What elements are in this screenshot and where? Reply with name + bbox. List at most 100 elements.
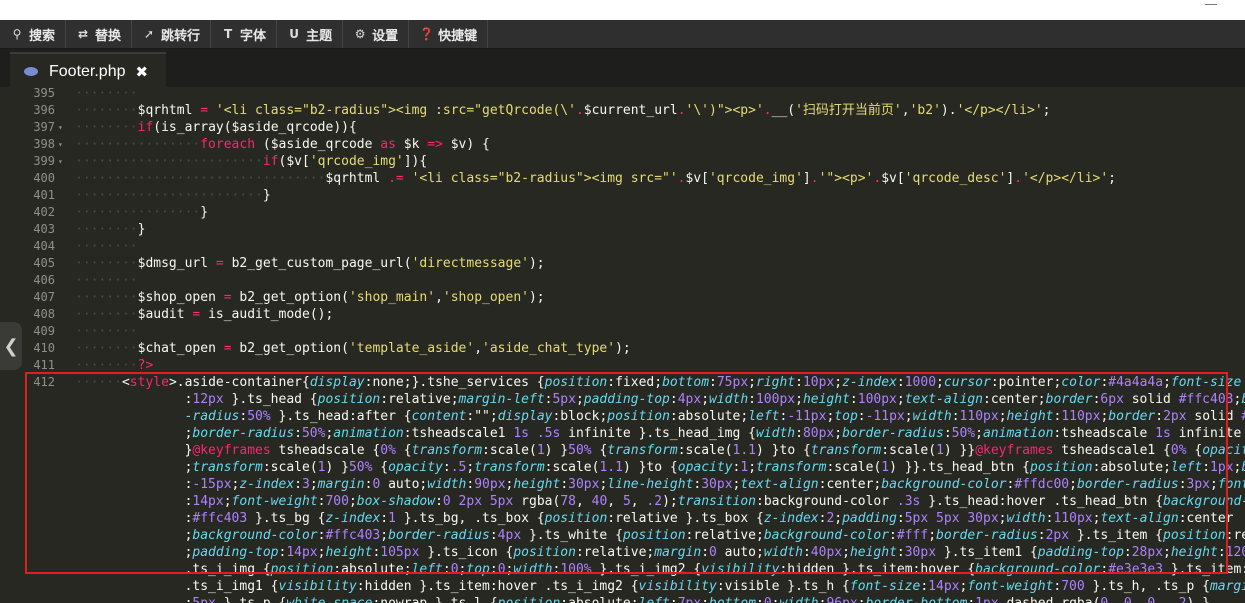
code-token: :scale( <box>544 460 600 475</box>
code-token: : <box>560 477 569 492</box>
code-token: 100% <box>560 562 592 577</box>
indent-whitespace: ························ <box>75 154 263 169</box>
code-line[interactable]: ········?> <box>75 357 153 374</box>
code-token: .ts_i_img { <box>184 562 271 577</box>
code-token: ; <box>795 392 803 407</box>
fold-toggle-icon[interactable]: ▾ <box>58 136 63 153</box>
code-token: : <box>920 579 929 594</box>
code-token: : <box>380 511 389 526</box>
code-line[interactable]: ;transform:scale(1) }50% {opacity:.5;tra… <box>75 459 1245 476</box>
code-token: font-weight <box>231 494 318 509</box>
code-line[interactable]: ;background-color:#ffc403;border-radius:… <box>75 527 1245 544</box>
code-token: 14px <box>286 545 318 560</box>
code-line[interactable]: ;padding-top:14px;height:105px }.ts_icon… <box>75 544 1245 561</box>
code-line[interactable]: :#ffc403 }.ts_bg {z-index:1 }.ts_bg, .ts… <box>75 510 1234 527</box>
search-button[interactable]: ⚲ 搜索 <box>0 20 67 48</box>
collapse-panel-handle[interactable]: ❮ <box>0 322 22 370</box>
font-button[interactable]: T 字体 <box>211 20 278 48</box>
code-line[interactable]: ························if($v['qrcode_im… <box>75 153 427 170</box>
code-token: : <box>896 511 905 526</box>
code-token: transform <box>810 443 882 458</box>
code-editor[interactable]: 395 396 397 398 399 400 401 402 403 404 405 406 407 4… <box>0 87 1245 603</box>
code-token: ; <box>1163 375 1171 390</box>
tab-footer-php[interactable]: Footer.php ✖ <box>10 52 166 89</box>
code-line[interactable]: .ts_i_img {position:absolute;left:0;top:… <box>75 561 1245 578</box>
code-token: font-weight <box>967 579 1054 594</box>
code-line[interactable]: ································$qrhtml … <box>75 170 1116 187</box>
code-token: infinite <box>1170 426 1242 441</box>
code-line[interactable]: ;border-radius:50%;animation:tsheadscale… <box>75 425 1242 442</box>
code-line[interactable]: ························} <box>75 187 271 204</box>
code-token: display <box>309 375 365 390</box>
code-token: :""; <box>466 409 498 424</box>
code-line[interactable]: ········$dmsg_url = b2_get_custom_page_u… <box>75 255 545 272</box>
code-token: 110px <box>959 409 999 424</box>
code-line[interactable]: ········ <box>75 87 138 102</box>
settings-button[interactable]: ⚙ 设置 <box>343 20 410 48</box>
fold-toggle-icon[interactable]: ▾ <box>58 119 63 136</box>
shortcuts-button[interactable]: ❓ 快捷键 <box>409 20 489 48</box>
indent-whitespace: ········ <box>75 341 138 356</box>
fold-toggle-icon[interactable]: ▾ <box>58 153 63 170</box>
code-line[interactable]: }@keyframes tsheadscale {0% {transform:s… <box>75 442 1245 459</box>
code-token: : <box>889 528 897 543</box>
replace-button[interactable]: ⇄ 替换 <box>66 20 133 48</box>
code-token: : <box>802 545 811 560</box>
code-token: :relative; <box>575 545 655 560</box>
code-token: : <box>1037 528 1046 543</box>
code-line[interactable]: ················foreach ($aside_qrcode a… <box>75 136 490 153</box>
code-token: border-radius <box>1076 477 1179 492</box>
code-token: left <box>411 562 443 577</box>
code-line[interactable]: : 5px }.ts_p {white-space:nowrap }.ts_l {… <box>75 595 1210 603</box>
code-token: .5 <box>450 460 467 475</box>
goto-line-button[interactable]: ➚ 跳转行 <box>132 20 212 48</box>
code-line[interactable]: ················} <box>75 204 208 221</box>
code-token: display <box>497 409 553 424</box>
code-token: '"><p>' <box>818 171 874 186</box>
code-line[interactable]: ········$shop_open = b2_get_option('shop… <box>75 289 545 306</box>
code-token: ] <box>802 171 811 186</box>
code-line[interactable]: : 12px }.ts_head {position:relative;margi… <box>75 391 1245 408</box>
code-line[interactable]: ········if(is_array($aside_qrcode)){ <box>75 119 357 136</box>
code-line[interactable]: :14px;font-weight:700;box-shadow:0 2px 5… <box>75 493 1245 510</box>
code-token: 120px <box>1225 545 1245 560</box>
code-line[interactable]: -radius: 50% }.ts_head:after {content:"";… <box>75 408 1245 425</box>
code-token: ) }to { <box>756 443 811 458</box>
code-token: , <box>1155 596 1171 603</box>
code-line[interactable]: ········ <box>75 272 138 289</box>
code-token: width <box>427 477 467 492</box>
code-line[interactable]: :-15px;z-index:3;margin:0 auto;width:90p… <box>75 476 1245 493</box>
code-token: } <box>262 188 271 203</box>
code-line[interactable]: .ts_i_img1 {visibility:hidden }.ts_item:… <box>75 578 1245 595</box>
close-icon[interactable]: ✖ <box>136 63 149 81</box>
code-line[interactable]: ········$chat_open = b2_get_option('temp… <box>75 340 631 357</box>
code-token: ( <box>255 137 271 152</box>
code-token: ; <box>1210 477 1218 492</box>
code-token: b2_get_custom_page_url( <box>231 256 412 271</box>
code-token: }.ts_item:hover <box>1170 562 1245 577</box>
code-line[interactable]: ········$qrhtml = '<li class="b2-radius"… <box>75 102 1050 119</box>
code-token: solid <box>1123 392 1179 407</box>
code-token: $k <box>403 137 420 152</box>
code-token: : <box>896 545 905 560</box>
theme-button[interactable]: U 主题 <box>277 20 344 48</box>
code-token: border <box>1241 392 1245 407</box>
code-token: $qrhtml <box>137 103 193 118</box>
code-token: '</p></li>' <box>1022 171 1109 186</box>
code-line[interactable]: ········} <box>75 221 145 238</box>
code-token: width <box>763 545 803 560</box>
minimize-icon[interactable] <box>1205 0 1217 5</box>
code-line[interactable]: ········ <box>75 238 138 255</box>
code-token: $v <box>881 171 897 186</box>
code-token: height <box>513 477 561 492</box>
code-token: = <box>192 103 216 118</box>
code-line[interactable]: ······<style>.aside-container{display:no… <box>75 374 1241 391</box>
code-line[interactable]: ········$audit = is_audit_mode(); <box>75 306 333 323</box>
code-line[interactable]: ········ <box>75 323 138 340</box>
code-token: rgba( <box>513 494 561 509</box>
code-token: :center <box>1178 511 1234 526</box>
code-token: , <box>1108 596 1124 603</box>
